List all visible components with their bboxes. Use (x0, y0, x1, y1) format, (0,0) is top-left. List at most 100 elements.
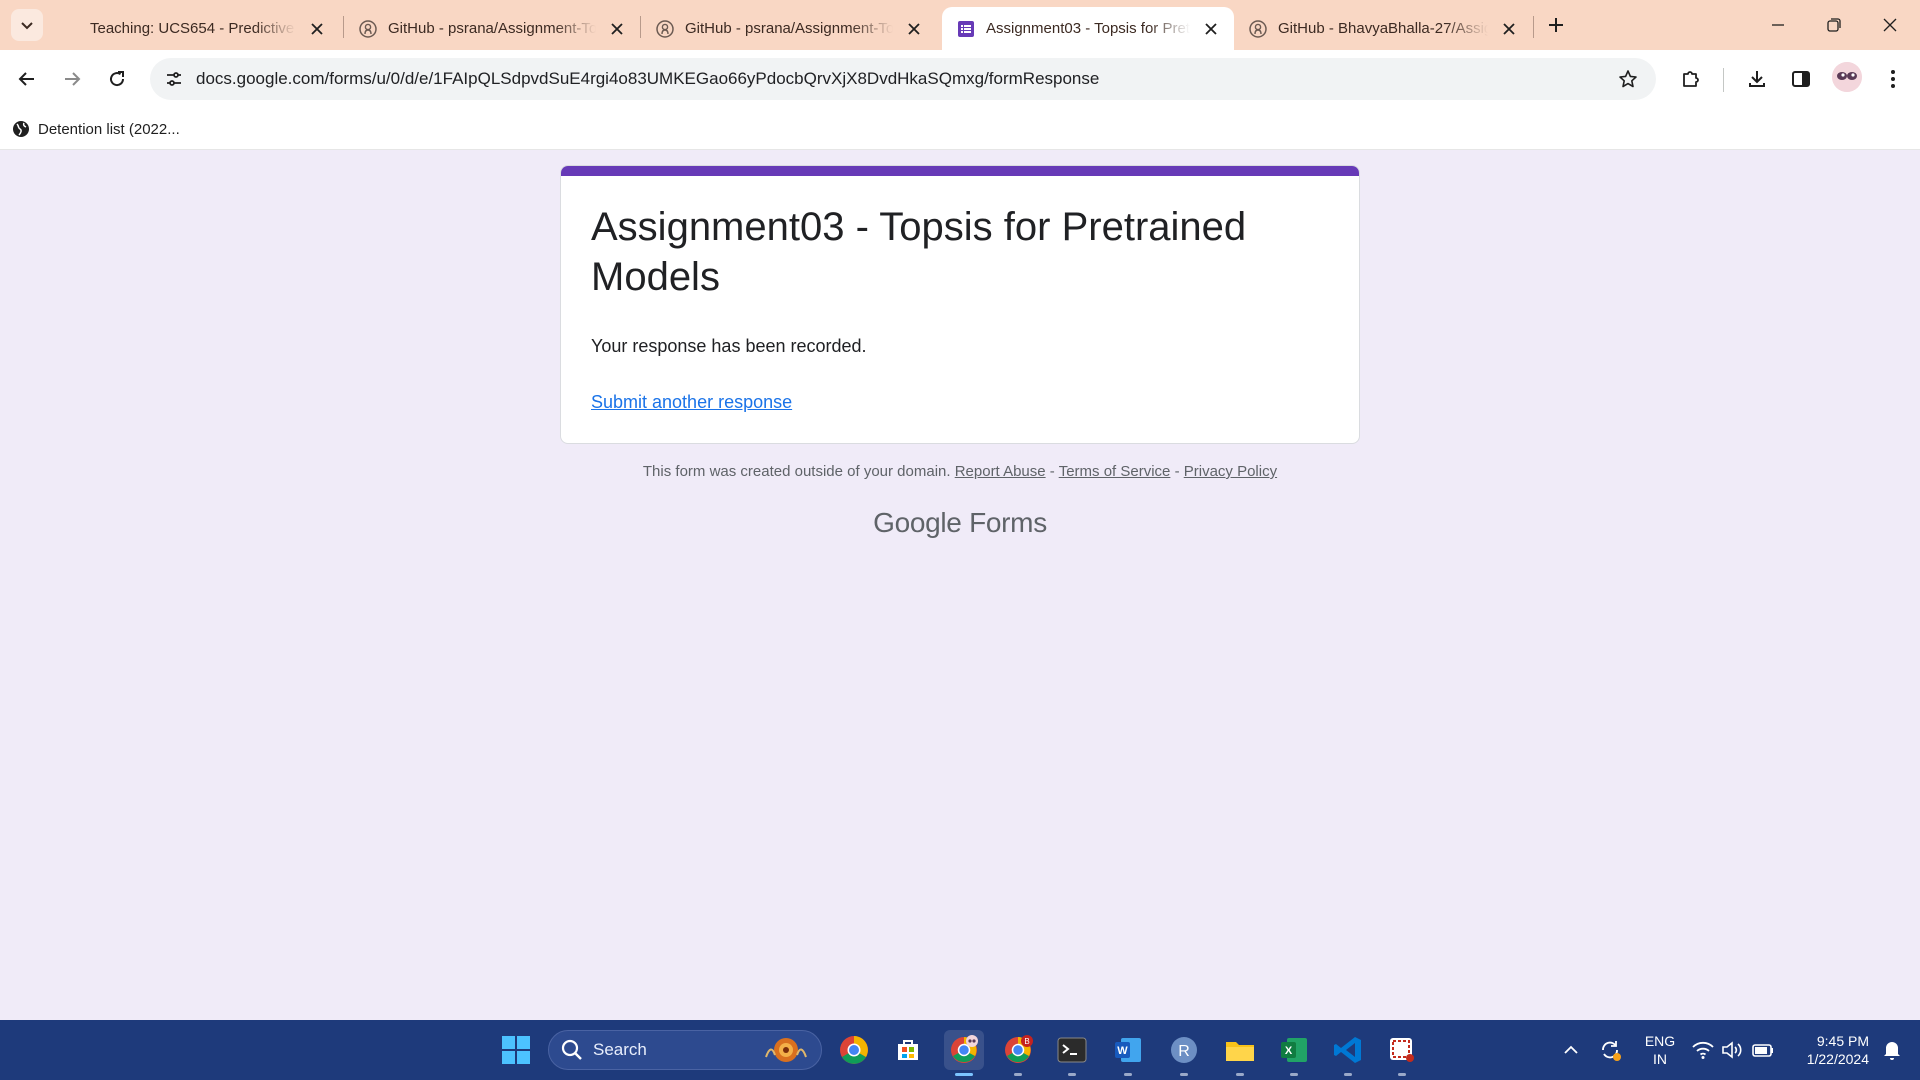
restore-button[interactable] (1806, 0, 1862, 50)
running-app-indicator (1236, 1073, 1244, 1076)
clock-time: 9:45 PM (1816, 1033, 1869, 1049)
google-wordmark: Google (873, 507, 962, 538)
taskbar-chrome-profile[interactable] (944, 1030, 984, 1076)
search-icon (561, 1039, 582, 1060)
r-language-icon: R (1171, 1037, 1197, 1063)
toolbar-divider (1723, 68, 1724, 92)
forward-button[interactable] (55, 62, 89, 96)
address-bar[interactable]: docs.google.com/forms/u/0/d/e/1FAIpQLSdp… (150, 58, 1656, 100)
word-icon: W (1115, 1038, 1141, 1062)
tab-google-form-active[interactable]: Assignment03 - Topsis for Pretrained Mod… (942, 7, 1234, 50)
tab-separator (1533, 16, 1534, 38)
minimize-button[interactable] (1750, 0, 1806, 50)
running-app-indicator (1124, 1073, 1132, 1076)
download-icon (1749, 71, 1765, 87)
chrome-profile-icon (951, 1035, 978, 1063)
star-icon (1619, 70, 1637, 88)
github-icon (655, 19, 675, 39)
tab-title: GitHub - psrana/Assignment-Topsis (685, 20, 893, 37)
profile-avatar[interactable] (1832, 62, 1862, 92)
chevron-down-icon (21, 22, 33, 30)
reload-icon (110, 71, 125, 87)
search-highlight-icon (765, 1038, 807, 1062)
svg-text:R: R (1178, 1043, 1190, 1060)
url-text[interactable]: docs.google.com/forms/u/0/d/e/1FAIpQLSdp… (196, 58, 1099, 100)
taskbar-file-explorer[interactable] (1220, 1030, 1260, 1076)
back-button[interactable] (10, 62, 44, 96)
svg-text:W: W (1117, 1045, 1128, 1057)
taskbar-r[interactable]: R (1164, 1030, 1204, 1076)
clock[interactable]: 9:45 PM 1/22/2024 (1785, 1032, 1869, 1068)
report-abuse-link[interactable]: Report Abuse (955, 463, 1046, 480)
tab-teaching[interactable]: Teaching: UCS654 - Predictive Analytics (50, 7, 340, 50)
tab-search-button[interactable] (11, 9, 43, 41)
restore-icon (1827, 18, 1841, 32)
taskbar-microsoft-store[interactable] (888, 1030, 928, 1070)
tune-icon (167, 72, 181, 86)
battery-icon (1752, 1044, 1773, 1057)
google-forms-logo[interactable]: Google Forms (0, 507, 1920, 539)
close-icon[interactable] (606, 18, 628, 40)
taskbar-word[interactable]: W (1108, 1030, 1148, 1076)
bookmark-detention-list[interactable]: Detention list (2022... (12, 116, 180, 142)
sync-tray-button[interactable] (1590, 1030, 1630, 1070)
taskbar-chrome-profile-b[interactable]: B (998, 1030, 1038, 1076)
running-app-indicator (1068, 1073, 1076, 1076)
github-icon (358, 19, 378, 39)
bell-icon (1884, 1042, 1900, 1060)
submit-another-response-link[interactable]: Submit another response (591, 392, 792, 413)
outside-domain-note: This form was created outside of your do… (642, 463, 951, 480)
folder-icon (1226, 1042, 1254, 1061)
puzzle-icon (1683, 71, 1699, 87)
form-title: Assignment03 - Topsis for Pretrained Mod… (591, 205, 1247, 299)
github-icon (1248, 19, 1268, 39)
language-code: ENG (1644, 1033, 1676, 1049)
side-panel-icon (1792, 71, 1810, 87)
new-tab-button[interactable] (1542, 11, 1570, 39)
wifi-icon (1692, 1041, 1714, 1059)
svg-text:X: X (1285, 1045, 1293, 1057)
taskbar-vscode[interactable] (1328, 1030, 1368, 1076)
volume-icon (1722, 1041, 1742, 1059)
footer-separator: - (1174, 463, 1180, 480)
network-volume-battery-button[interactable] (1686, 1030, 1780, 1070)
downloads-button[interactable] (1740, 62, 1774, 96)
privacy-policy-link[interactable]: Privacy Policy (1184, 463, 1277, 480)
tab-github-psrana-1[interactable]: GitHub - psrana/Assignment-Topsis (344, 7, 640, 50)
side-panel-button[interactable] (1784, 62, 1818, 96)
tab-title: GitHub - psrana/Assignment-Topsis (388, 20, 596, 37)
arrow-right-icon (65, 72, 81, 86)
close-icon[interactable] (1200, 18, 1222, 40)
running-app-indicator (1398, 1073, 1406, 1076)
bookmark-star-button[interactable] (1612, 63, 1644, 95)
tab-github-psrana-2[interactable]: GitHub - psrana/Assignment-Topsis (641, 7, 937, 50)
snipping-tool-icon (1390, 1038, 1414, 1062)
terms-of-service-link[interactable]: Terms of Service (1059, 463, 1171, 480)
close-icon[interactable] (1498, 18, 1520, 40)
chrome-menu-button[interactable] (1876, 62, 1910, 96)
taskbar-excel[interactable]: X (1274, 1030, 1314, 1076)
taskbar-chrome[interactable] (834, 1030, 874, 1070)
sync-icon (1602, 1041, 1621, 1061)
browser-toolbar: docs.google.com/forms/u/0/d/e/1FAIpQLSdp… (0, 50, 1920, 108)
extensions-button[interactable] (1674, 62, 1708, 96)
close-icon[interactable] (306, 18, 328, 40)
chrome-icon: B (1005, 1035, 1033, 1063)
tab-github-bhavya[interactable]: GitHub - BhavyaBhalla-27/Assignment (1234, 7, 1532, 50)
taskbar-snipping-tool[interactable] (1382, 1030, 1422, 1076)
windows-logo-icon (502, 1036, 530, 1064)
start-button[interactable] (496, 1030, 536, 1070)
forms-wordmark: Forms (969, 507, 1047, 538)
close-icon[interactable] (903, 18, 925, 40)
notifications-button[interactable] (1872, 1030, 1912, 1070)
language-indicator[interactable]: ENG IN (1640, 1032, 1680, 1068)
store-icon (898, 1040, 918, 1060)
close-window-button[interactable] (1862, 0, 1918, 50)
close-icon (1883, 18, 1897, 32)
site-info-button[interactable] (158, 63, 190, 95)
chrome-icon (840, 1036, 868, 1064)
taskbar-terminal[interactable] (1052, 1030, 1092, 1076)
taskbar-search[interactable]: Search (548, 1030, 822, 1070)
show-hidden-icons-button[interactable] (1551, 1030, 1591, 1070)
reload-button[interactable] (100, 62, 134, 96)
